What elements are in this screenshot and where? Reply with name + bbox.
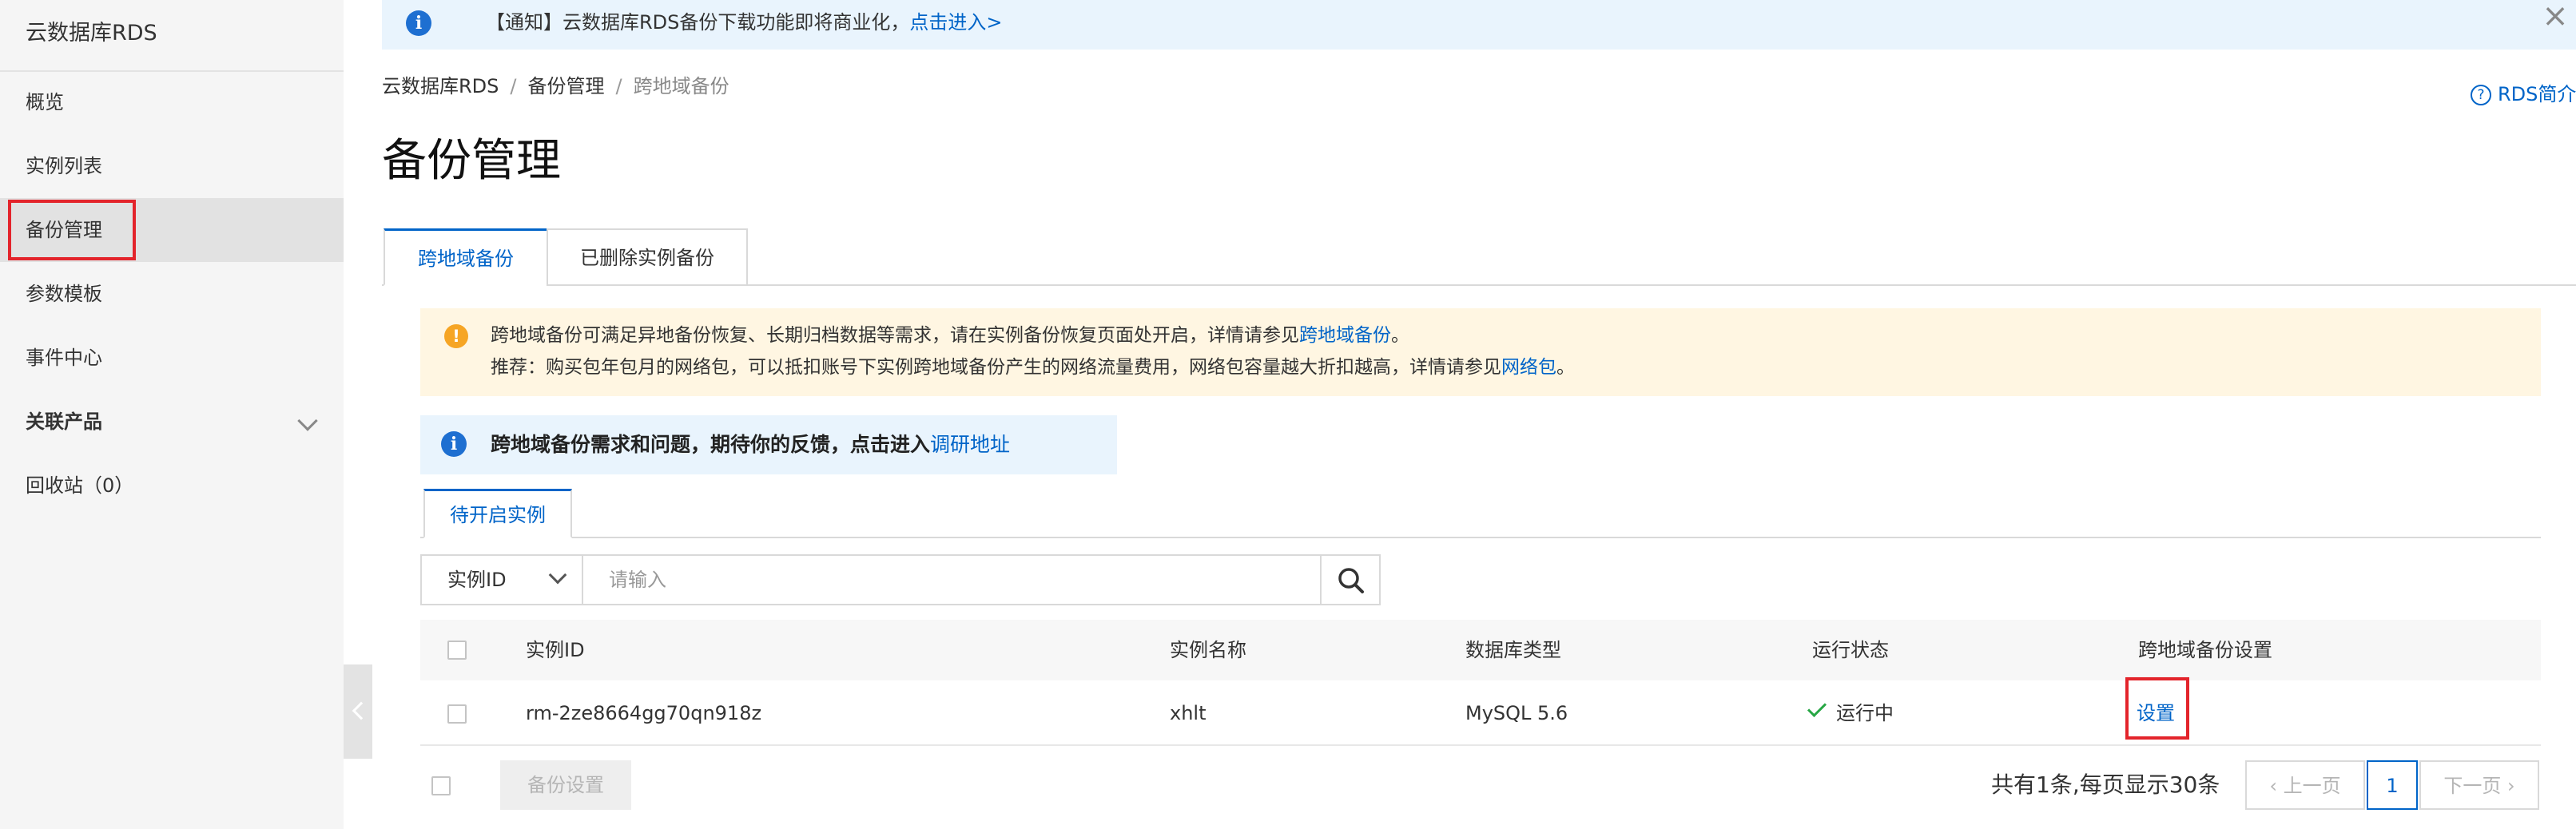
instance-name: xhlt	[1170, 702, 1207, 724]
notice-text: 【通知】云数据库RDS备份下载功能即将商业化，点击进入>	[486, 0, 1003, 45]
page-number-1[interactable]: 1	[2367, 760, 2418, 810]
feedback-text: 跨地域备份需求和问题，期待你的反馈，点击进入调研地址	[491, 415, 1010, 474]
warning-alert: ! 跨地域备份可满足异地备份恢复、长期归档数据等需求，请在实例备份恢复页面处开启…	[420, 308, 2541, 396]
search-icon	[1338, 568, 1364, 593]
row-checkbox[interactable]	[447, 704, 467, 724]
rds-intro-label: RDS简介	[2498, 83, 2576, 105]
sidebar-item-overview[interactable]: 概览	[0, 70, 344, 134]
column-header-db-type: 数据库类型	[1465, 639, 1561, 661]
page-title: 备份管理	[382, 135, 561, 187]
status-text: 运行中	[1836, 702, 1894, 724]
pagination-total: 共有1条,每页显示30条	[1991, 771, 2220, 798]
breadcrumb-item-rds[interactable]: 云数据库RDS	[382, 75, 499, 97]
search-field-select[interactable]: 实例ID	[422, 556, 583, 604]
warning-text-end: 。	[1391, 325, 1409, 346]
network-package-link[interactable]: 网络包	[1501, 357, 1556, 378]
select-all-checkbox[interactable]	[447, 641, 467, 660]
sidebar-item-recycle-bin[interactable]: 回收站（0）	[0, 454, 344, 518]
sidebar-item-instance-list[interactable]: 实例列表	[0, 134, 344, 198]
cross-region-backup-link[interactable]: 跨地域备份	[1299, 325, 1391, 346]
tab-deleted-instance-backup[interactable]: 已删除实例备份	[547, 228, 748, 286]
warning-text-end: 。	[1556, 357, 1575, 378]
warning-line-1: 跨地域备份可满足异地备份恢复、长期归档数据等需求，请在实例备份恢复页面处开启，详…	[491, 319, 1409, 351]
prev-page-label: 上一页	[2283, 775, 2341, 797]
tab-pending-instances[interactable]: 待开启实例	[423, 489, 572, 538]
sidebar-item-label: 关联产品	[26, 411, 102, 433]
db-type: MySQL 5.6	[1465, 702, 1568, 724]
next-page-label: 下一页	[2443, 775, 2502, 797]
survey-link[interactable]: 调研地址	[930, 433, 1010, 456]
notice-message: 【通知】云数据库RDS备份下载功能即将商业化，	[486, 11, 910, 34]
sidebar-item-event-center[interactable]: 事件中心	[0, 326, 344, 390]
column-header-instance-id: 实例ID	[526, 639, 585, 661]
highlight-box-backup-management	[8, 200, 136, 260]
next-page-button[interactable]: 下一页 ›	[2419, 760, 2539, 810]
sidebar-title: 云数据库RDS	[26, 21, 157, 46]
column-header-cross-region-setting: 跨地域备份设置	[2138, 639, 2272, 661]
column-header-status: 运行状态	[1812, 639, 1889, 661]
breadcrumb-separator: /	[615, 75, 622, 97]
question-icon: ?	[2471, 85, 2491, 105]
prev-page-button[interactable]: ‹ 上一页	[2245, 760, 2365, 810]
warning-text: 推荐：购买包年包月的网络包，可以抵扣账号下实例跨地域备份产生的网络流量费用，网络…	[491, 357, 1501, 378]
sidebar-collapse-handle[interactable]	[344, 664, 372, 759]
table-row: rm-2ze8664gg70qn918z xhlt MySQL 5.6 运行中 …	[420, 680, 2541, 746]
breadcrumb: 云数据库RDS / 备份管理 / 跨地域备份	[382, 70, 729, 102]
chevron-left-icon	[352, 701, 371, 720]
warning-text: 跨地域备份可满足异地备份恢复、长期归档数据等需求，请在实例备份恢复页面处开启，详…	[491, 325, 1299, 346]
column-header-instance-name: 实例名称	[1170, 639, 1246, 661]
footer-select-all-checkbox[interactable]	[431, 776, 451, 795]
breadcrumb-item-current: 跨地域备份	[633, 75, 729, 97]
chevron-down-icon	[297, 411, 318, 431]
sidebar-item-related-products[interactable]: 关联产品	[0, 390, 344, 454]
search-input[interactable]	[585, 556, 1264, 604]
instance-id: rm-2ze8664gg70qn918z	[526, 702, 762, 724]
notice-banner: i 【通知】云数据库RDS备份下载功能即将商业化，点击进入>	[382, 0, 2576, 50]
search-bar: 实例ID	[420, 554, 1381, 605]
warning-line-2: 推荐：购买包年包月的网络包，可以抵扣账号下实例跨地域备份产生的网络流量费用，网络…	[491, 351, 1575, 383]
sidebar-item-parameter-templates[interactable]: 参数模板	[0, 262, 344, 326]
check-icon	[1807, 697, 1827, 718]
search-button[interactable]	[1320, 556, 1379, 604]
backup-settings-button[interactable]: 备份设置	[500, 760, 631, 810]
breadcrumb-item-backup[interactable]: 备份管理	[527, 75, 604, 97]
chevron-down-icon	[548, 565, 567, 585]
status-badge: 运行中	[1807, 680, 1894, 746]
feedback-banner: i 跨地域备份需求和问题，期待你的反馈，点击进入调研地址	[420, 415, 1117, 474]
notice-link[interactable]: 点击进入>	[909, 11, 1002, 34]
subtab-divider	[420, 537, 2541, 538]
sidebar: 云数据库RDS 概览 实例列表 备份管理 参数模板 事件中心 关联产品 回收站（…	[0, 0, 344, 829]
table-header: 实例ID 实例名称 数据库类型 运行状态 跨地域备份设置	[420, 620, 2541, 680]
close-icon[interactable]: ×	[2539, 0, 2571, 32]
highlight-box-settings	[2125, 677, 2189, 740]
rds-intro-link[interactable]: ? RDS简介	[2471, 80, 2576, 109]
tab-cross-region-backup[interactable]: 跨地域备份	[384, 228, 548, 286]
info-icon: i	[406, 10, 431, 36]
feedback-message: 跨地域备份需求和问题，期待你的反馈，点击进入	[491, 433, 931, 456]
warning-icon: !	[444, 324, 468, 348]
search-select-value: 实例ID	[447, 569, 507, 591]
breadcrumb-separator: /	[510, 75, 517, 97]
info-icon: i	[441, 431, 467, 457]
